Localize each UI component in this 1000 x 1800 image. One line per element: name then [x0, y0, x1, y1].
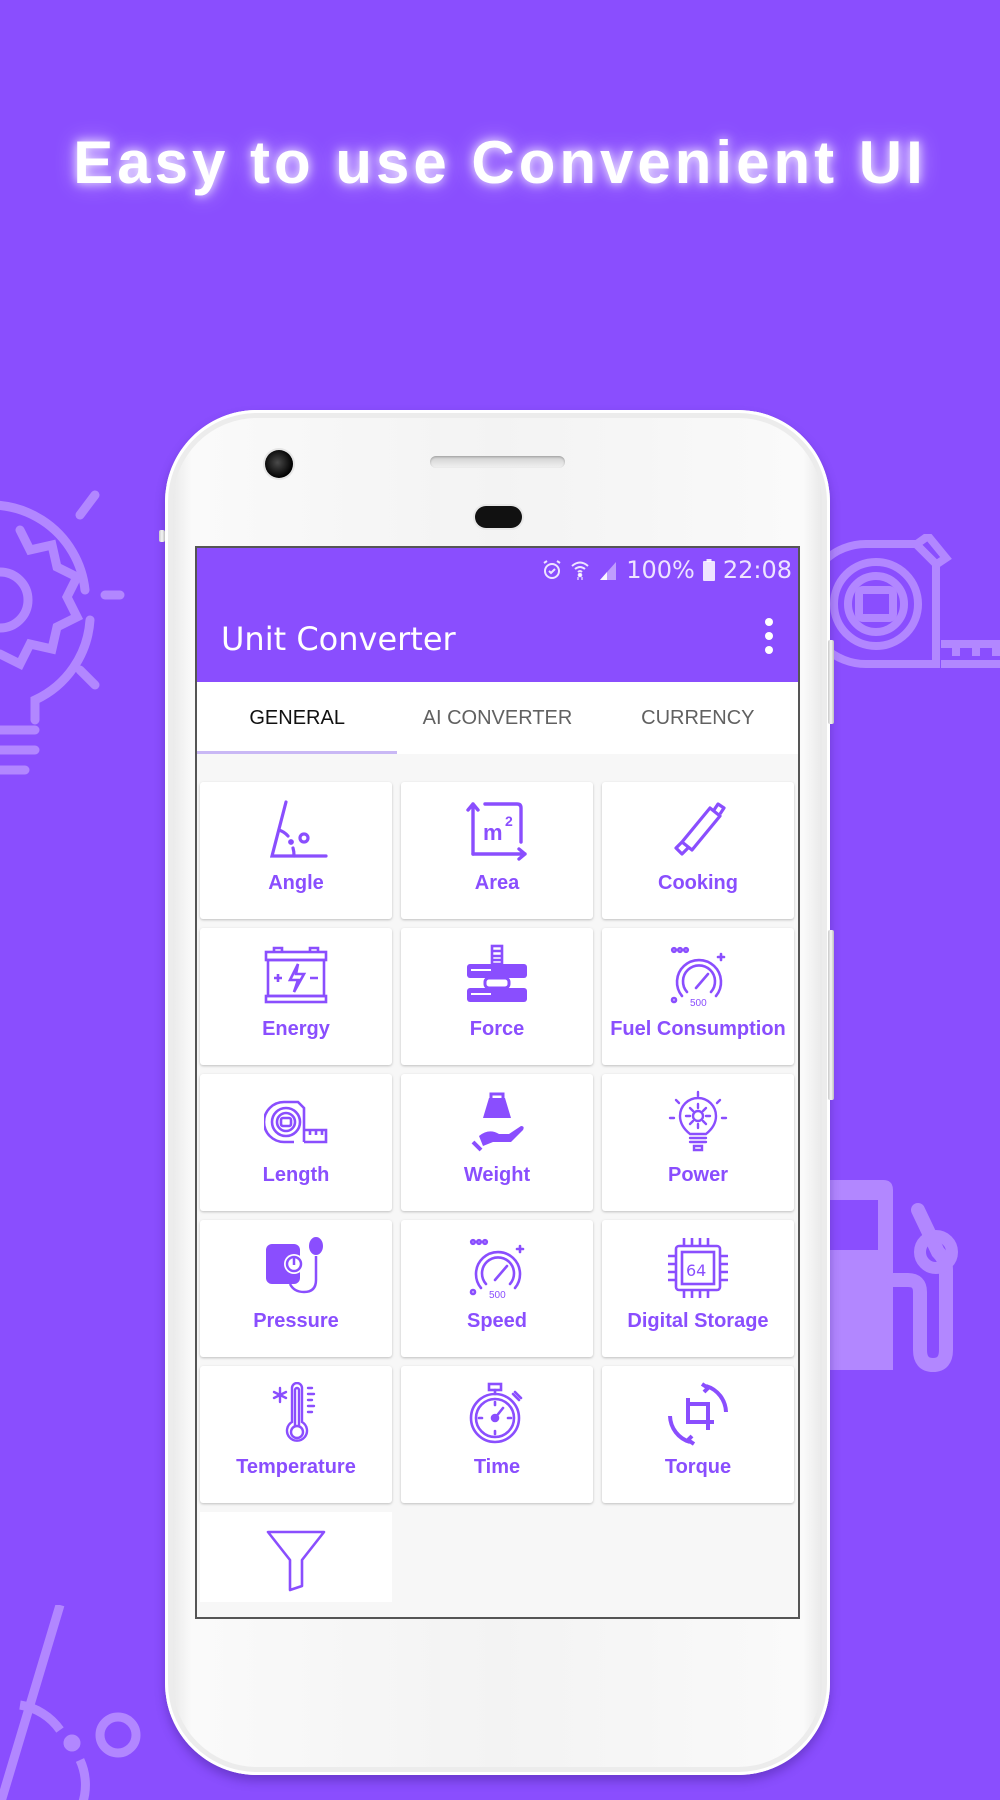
- category-cooking[interactable]: Cooking: [602, 782, 794, 919]
- svg-text:500: 500: [489, 1290, 506, 1300]
- category-time[interactable]: Time: [401, 1366, 593, 1503]
- category-angle[interactable]: Angle: [200, 782, 392, 919]
- press-force-icon: [465, 944, 529, 1008]
- battery-energy-icon: [264, 944, 328, 1008]
- category-speed[interactable]: 500 Speed: [401, 1220, 593, 1357]
- category-area[interactable]: m 2 Area: [401, 782, 593, 919]
- funnel-icon: [264, 1528, 328, 1592]
- front-camera: [265, 450, 293, 478]
- rotate-crop-icon: [666, 1382, 730, 1446]
- category-temperature[interactable]: Temperature: [200, 1366, 392, 1503]
- tab-general[interactable]: GENERAL: [197, 682, 398, 754]
- category-power[interactable]: Power: [602, 1074, 794, 1211]
- category-digital-storage[interactable]: 64 Digital Storage: [602, 1220, 794, 1357]
- tab-ai-converter[interactable]: AI CONVERTER: [397, 682, 597, 754]
- category-label: Area: [474, 872, 520, 894]
- category-label: Speed: [466, 1310, 528, 1332]
- tab-currency[interactable]: CURRENCY: [598, 682, 798, 754]
- category-pressure[interactable]: Pressure: [200, 1220, 392, 1357]
- angle-icon: [264, 798, 328, 862]
- proximity-sensor: [475, 506, 522, 528]
- category-label: Weight: [463, 1164, 531, 1186]
- category-weight[interactable]: Weight: [401, 1074, 593, 1211]
- category-label: Angle: [268, 872, 324, 894]
- chip-64-icon: 64: [666, 1236, 730, 1300]
- status-bar: 100% 22:08: [542, 556, 792, 584]
- category-label: Length: [262, 1164, 330, 1186]
- speedometer-icon: 500: [465, 1236, 529, 1300]
- weight-hand-icon: [465, 1090, 529, 1154]
- fuel-pump-icon: [828, 1180, 978, 1380]
- side-notch: [159, 530, 165, 542]
- battery-icon: [702, 559, 715, 581]
- category-label: Fuel Consumption: [610, 1018, 786, 1040]
- category-energy[interactable]: Energy: [200, 928, 392, 1065]
- more-vert-icon[interactable]: [762, 618, 776, 654]
- lightbulb-gear-icon: [666, 1090, 730, 1154]
- app-screen: 100% 22:08 Unit Converter GENERAL AI CON…: [195, 546, 800, 1619]
- earpiece-speaker: [430, 456, 565, 468]
- category-label: Torque: [664, 1456, 732, 1478]
- rolling-pin-icon: [666, 798, 730, 862]
- thermometer-icon: [264, 1382, 328, 1446]
- signal-icon: [598, 560, 618, 580]
- svg-text:500: 500: [690, 998, 707, 1008]
- stopwatch-icon: [465, 1382, 529, 1446]
- area-m2-icon: m 2: [465, 798, 529, 862]
- tape-measure-icon: [264, 1090, 328, 1154]
- category-label: Power: [667, 1164, 729, 1186]
- phone-frame: 100% 22:08 Unit Converter GENERAL AI CON…: [159, 410, 834, 1775]
- svg-text:m: m: [483, 820, 503, 845]
- lightbulb-gear-icon: [0, 470, 130, 790]
- category-label: Force: [469, 1018, 525, 1040]
- category-label: Cooking: [658, 872, 738, 894]
- app-bar: 100% 22:08 Unit Converter: [197, 548, 798, 682]
- blood-pressure-icon: [264, 1236, 328, 1300]
- category-label: Pressure: [253, 1310, 339, 1332]
- category-label: Energy: [262, 1018, 330, 1040]
- tab-bar: GENERAL AI CONVERTER CURRENCY: [197, 682, 798, 754]
- battery-percent: 100%: [626, 556, 695, 584]
- category-fuel-consumption[interactable]: 500 Fuel Consumption: [602, 928, 794, 1065]
- angle-icon: [0, 1605, 150, 1800]
- category-label: Digital Storage: [627, 1310, 769, 1332]
- clock: 22:08: [722, 556, 792, 584]
- svg-text:2: 2: [505, 813, 513, 829]
- category-force[interactable]: Force: [401, 928, 593, 1065]
- gauge-icon: 500: [666, 944, 730, 1008]
- category-length[interactable]: Length: [200, 1074, 392, 1211]
- category-label: Temperature: [236, 1456, 356, 1478]
- power-button: [828, 930, 834, 1100]
- category-torque[interactable]: Torque: [602, 1366, 794, 1503]
- app-title: Unit Converter: [221, 620, 456, 658]
- wifi-icon: [570, 559, 590, 581]
- category-grid: Angle m 2 Area Cooking Energy Force 500 …: [200, 782, 798, 1602]
- tape-measure-icon: [826, 534, 1000, 684]
- category-label: Time: [473, 1456, 521, 1478]
- headline: Easy to use Convenient UI: [73, 129, 927, 196]
- alarm-icon: [542, 559, 562, 581]
- category-partial[interactable]: [200, 1512, 392, 1602]
- volume-button: [828, 640, 834, 724]
- svg-text:64: 64: [686, 1261, 706, 1280]
